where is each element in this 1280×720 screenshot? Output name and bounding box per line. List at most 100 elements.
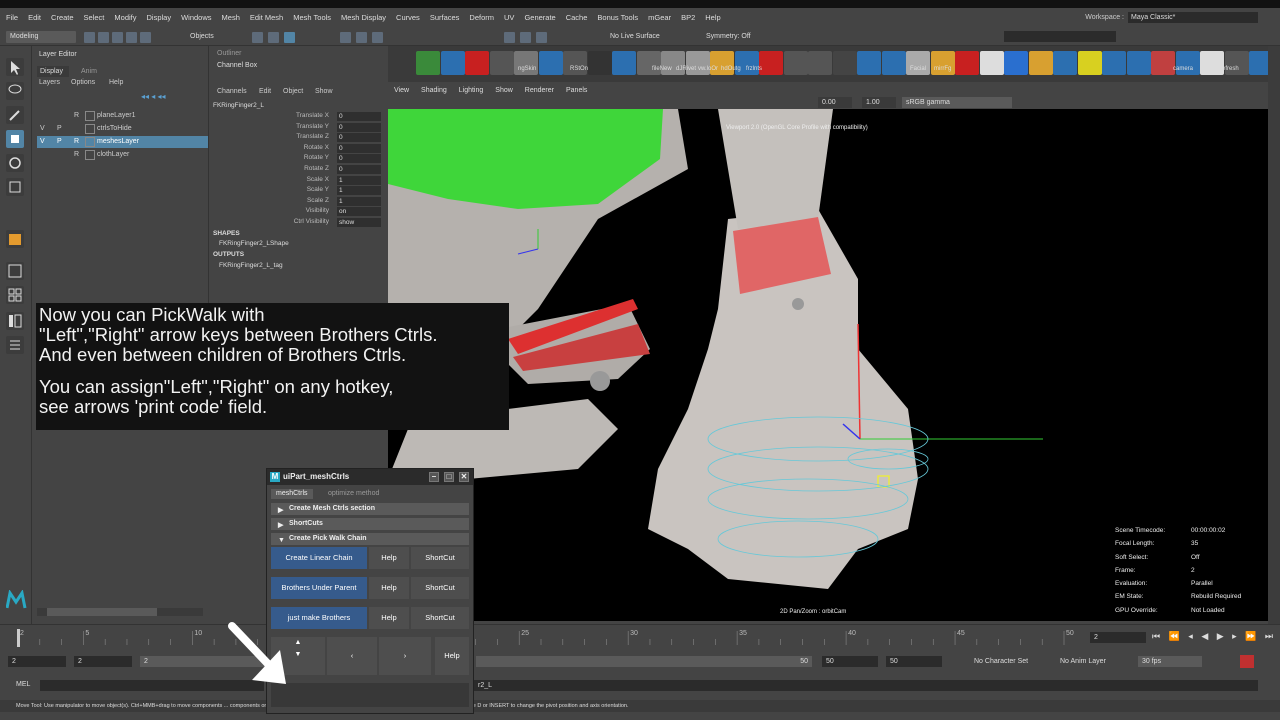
tab-outliner[interactable]: Outliner: [217, 50, 242, 57]
single-perspective-layout-icon[interactable]: [6, 262, 24, 280]
menu-display[interactable]: Display: [147, 13, 172, 22]
channel-label[interactable]: Rotate X: [249, 144, 329, 151]
reference-toggle[interactable]: R: [74, 136, 79, 148]
pickwalk-right-button[interactable]: ›: [379, 637, 431, 675]
shelf-tool-icon[interactable]: [955, 51, 979, 75]
channel-label[interactable]: Scale X: [249, 176, 329, 183]
section-pick-walk-chain[interactable]: ▼ Create Pick Walk Chain: [271, 533, 469, 545]
redo-icon[interactable]: [140, 32, 151, 43]
menu-file[interactable]: File: [6, 13, 18, 22]
channel-value-field[interactable]: 0: [337, 154, 381, 164]
close-icon[interactable]: ✕: [459, 472, 469, 482]
lasso-tool-icon[interactable]: [6, 82, 24, 100]
undo-icon[interactable]: [126, 32, 137, 43]
ipr-render-icon[interactable]: [520, 32, 531, 43]
shelf-tool-icon[interactable]: [759, 51, 783, 75]
playback-controls[interactable]: ⏮ ⏪ ◂ ◀ ▶ ▸ ⏩ ⏭: [1152, 631, 1276, 642]
menu-uv[interactable]: UV: [504, 13, 514, 22]
menu-help[interactable]: Help: [109, 79, 123, 86]
menu-surfaces[interactable]: Surfaces: [430, 13, 460, 22]
channel-label[interactable]: Ctrl Visibility: [249, 218, 329, 225]
snap-grid-icon[interactable]: [340, 32, 351, 43]
channel-label[interactable]: Scale Y: [249, 186, 329, 193]
layer-row[interactable]: V PctrlsToHide: [37, 123, 235, 135]
channel-value-field[interactable]: 0: [337, 165, 381, 174]
minimize-icon[interactable]: –: [429, 472, 439, 482]
menu-select[interactable]: Select: [84, 13, 105, 22]
new-scene-icon[interactable]: [84, 32, 95, 43]
render-icon[interactable]: [504, 32, 515, 43]
menu-mesh-tools[interactable]: Mesh Tools: [293, 13, 331, 22]
auto-key-icon[interactable]: [1240, 655, 1254, 668]
window-titlebar[interactable]: M uiPart_meshCtrls – □ ✕: [267, 469, 473, 485]
visibility-toggle[interactable]: V: [40, 123, 45, 135]
menu-create[interactable]: Create: [51, 13, 74, 22]
character-set-dropdown[interactable]: No Character Set: [970, 656, 1050, 667]
shelf-tool-icon[interactable]: [1151, 51, 1175, 75]
four-view-layout-icon[interactable]: [6, 286, 24, 304]
menu-bp2[interactable]: BP2: [681, 13, 695, 22]
channel-label[interactable]: Translate Y: [249, 123, 329, 130]
playback-toggle[interactable]: P: [57, 123, 62, 135]
shelf-tool-icon[interactable]: [1126, 51, 1151, 75]
shortcut-button[interactable]: ShortCut: [411, 577, 469, 599]
select-object-icon[interactable]: [268, 32, 279, 43]
brothers-under-parent-button[interactable]: Brothers Under Parent: [271, 577, 367, 599]
menu-mgear[interactable]: mGear: [648, 13, 671, 22]
range-end-handle[interactable]: 50: [476, 656, 812, 667]
viewport-menu-view[interactable]: View: [394, 87, 409, 94]
menu-show[interactable]: Show: [315, 88, 333, 95]
menu-edit-mesh[interactable]: Edit Mesh: [250, 13, 283, 22]
persp-outliner-layout-icon[interactable]: [6, 312, 24, 330]
shelf-tool-icon[interactable]: [1004, 51, 1028, 75]
menu-curves[interactable]: Curves: [396, 13, 420, 22]
channel-value-field[interactable]: 1: [337, 186, 381, 196]
fps-dropdown[interactable]: 30 fps: [1138, 656, 1202, 667]
workspace-selector[interactable]: Workspace : Maya Classic*: [1085, 12, 1258, 23]
layer-color-swatch[interactable]: [85, 124, 95, 134]
channel-value-field[interactable]: 1: [337, 196, 381, 206]
menu-mesh[interactable]: Mesh: [222, 13, 240, 22]
select-hierarchy-icon[interactable]: [252, 32, 263, 43]
menu-options[interactable]: Options: [71, 79, 95, 86]
shelf-tool-icon[interactable]: [489, 51, 514, 75]
layer-name[interactable]: clothLayer: [97, 149, 129, 161]
reference-toggle[interactable]: R: [74, 149, 79, 161]
layer-name[interactable]: ctrlsToHide: [97, 123, 132, 135]
channel-label[interactable]: Scale Z: [249, 197, 329, 204]
viewport-menu-lighting[interactable]: Lighting: [459, 87, 484, 94]
tab-optimize-method[interactable]: optimize method: [323, 489, 384, 499]
menu-help[interactable]: Help: [705, 13, 720, 22]
shortcut-button[interactable]: ShortCut: [411, 547, 469, 569]
current-frame-field[interactable]: 2: [1090, 632, 1146, 643]
viewport-menu-renderer[interactable]: Renderer: [525, 87, 554, 94]
paint-select-icon[interactable]: [6, 106, 24, 124]
channel-label[interactable]: Translate Z: [249, 133, 329, 140]
time-slider[interactable]: 251015202530354045502 ⏮ ⏪ ◂ ◀ ▶ ▸ ⏩ ⏭: [0, 624, 1280, 650]
menu-layers[interactable]: Layers: [39, 79, 60, 86]
shelf-tool-icon[interactable]: [783, 51, 808, 75]
shelf-tool-icon[interactable]: [979, 51, 1004, 75]
shelf-tool-icon[interactable]: [440, 51, 465, 75]
exposure-field[interactable]: 0.00: [818, 97, 852, 108]
help-button[interactable]: Help: [369, 547, 409, 569]
viewport-menu-show[interactable]: Show: [495, 87, 513, 94]
channel-value-field[interactable]: 0: [337, 112, 381, 121]
pickwalk-left-button[interactable]: ‹: [327, 637, 377, 675]
menu-generate[interactable]: Generate: [524, 13, 555, 22]
mode-dropdown[interactable]: Modeling: [6, 31, 76, 43]
channel-value-field[interactable]: 0: [337, 143, 381, 153]
save-scene-icon[interactable]: [112, 32, 123, 43]
scale-tool-icon[interactable]: [6, 178, 24, 196]
timeline-ruler[interactable]: 25101520253035404550: [0, 625, 1280, 651]
viewport-menu-shading[interactable]: Shading: [421, 87, 447, 94]
shelf-tool-icon[interactable]: [1028, 51, 1053, 75]
tab-meshctrls[interactable]: meshCtrls: [271, 489, 313, 499]
menu-cache[interactable]: Cache: [566, 13, 588, 22]
layer-row[interactable]: V P RmeshesLayer: [37, 136, 235, 148]
attribute-editor-strip[interactable]: [1268, 46, 1280, 624]
menu-deform[interactable]: Deform: [469, 13, 494, 22]
layer-color-swatch[interactable]: [85, 137, 95, 147]
color-space-dropdown[interactable]: sRGB gamma: [902, 97, 1012, 108]
selection-mode-dropdown[interactable]: Objects: [186, 31, 246, 43]
